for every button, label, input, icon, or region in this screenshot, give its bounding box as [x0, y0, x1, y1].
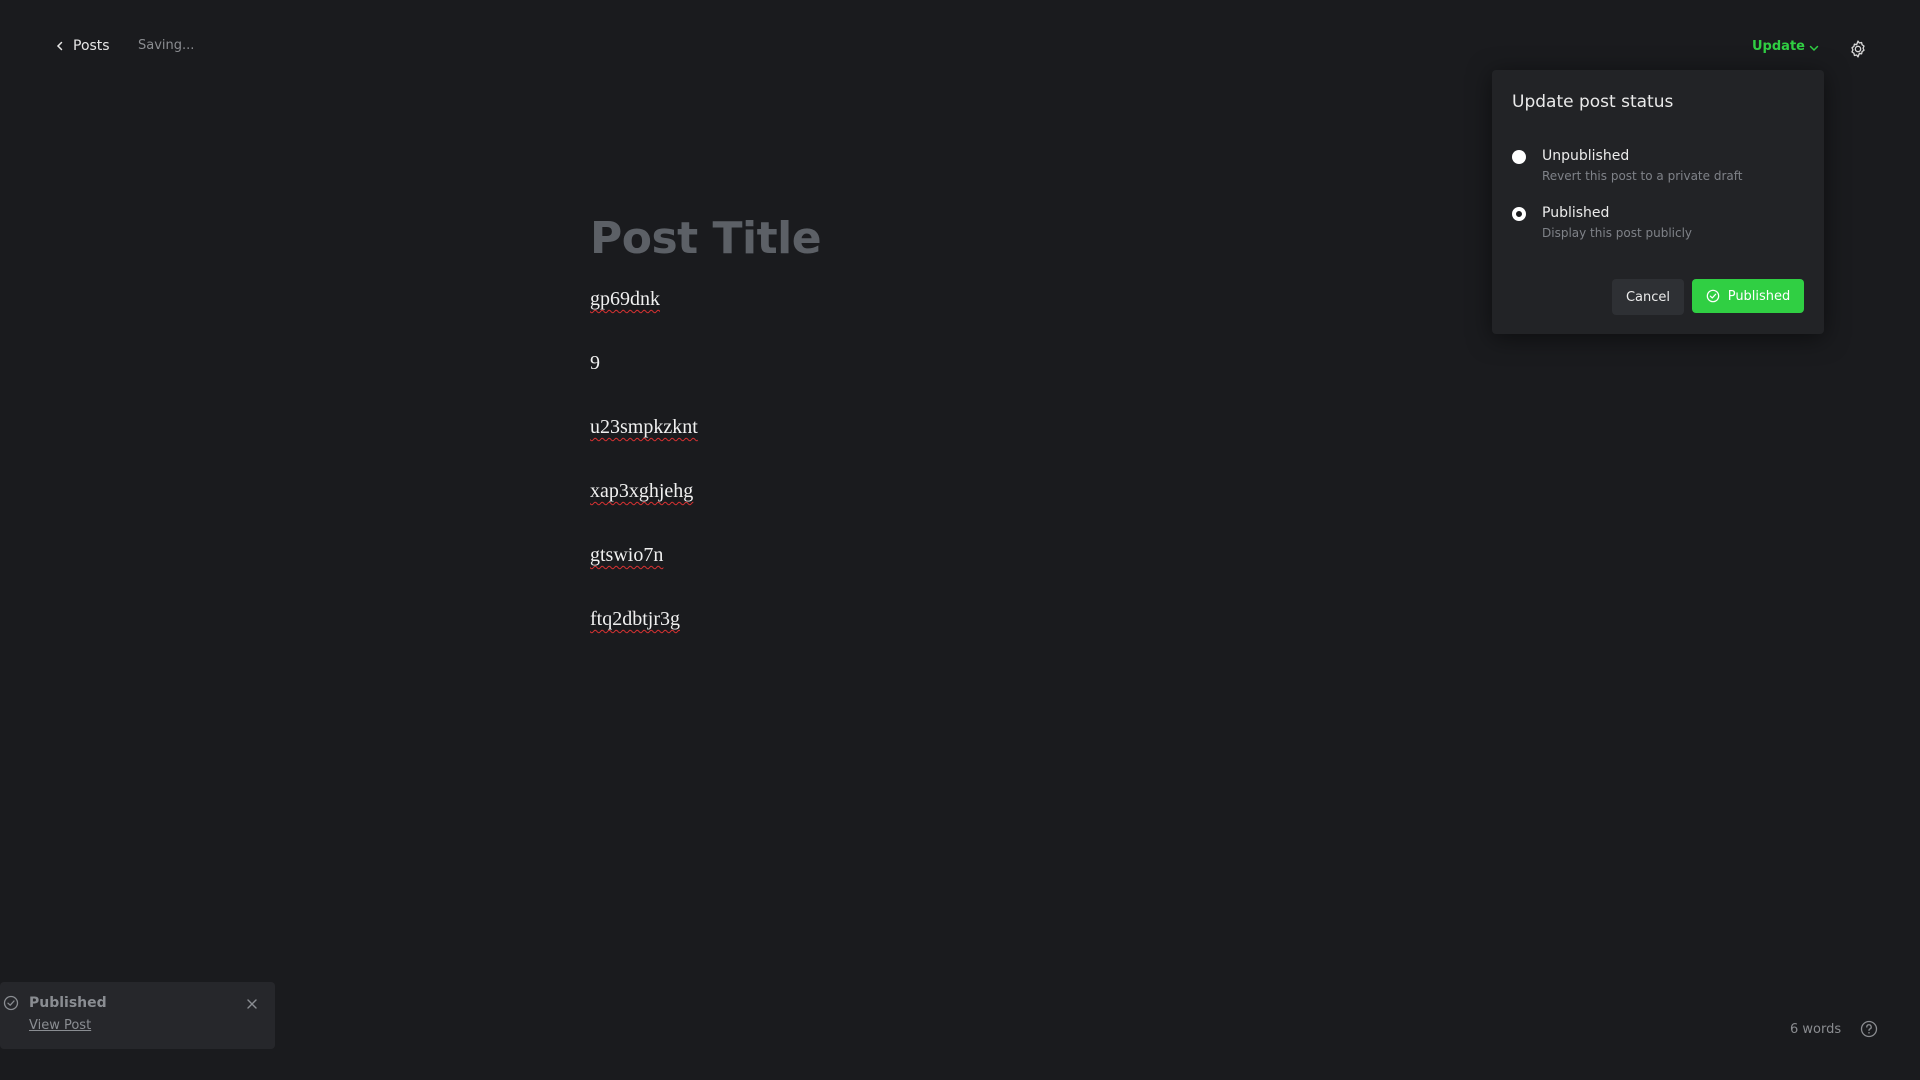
back-link-label: Posts — [73, 38, 110, 54]
unpublished-radio[interactable] — [1512, 150, 1526, 164]
post-status-popover: Update post status Unpublished Revert th… — [1492, 70, 1824, 334]
paragraph[interactable]: ftq2dbtjr3g — [590, 607, 1390, 671]
editor-app: Posts Saving... Update Post Title gp69dn… — [0, 0, 1920, 1080]
paragraph[interactable]: gp69dnk — [590, 287, 1390, 351]
word-count: 6 words — [1790, 1022, 1842, 1037]
paragraph[interactable]: 9 — [590, 351, 1390, 415]
help-icon[interactable] — [1860, 1020, 1878, 1038]
published-radio[interactable] — [1512, 207, 1526, 221]
paragraph[interactable]: u23smpkzknt — [590, 415, 1390, 479]
update-menu-button[interactable]: Update — [1752, 39, 1819, 54]
paragraph-text: u23smpkzknt — [590, 416, 698, 438]
view-post-link[interactable]: View Post — [29, 1018, 91, 1033]
paragraph-text: ftq2dbtjr3g — [590, 608, 680, 630]
post-title-input[interactable]: Post Title — [590, 205, 1390, 273]
paragraph-text: gtswio7n — [590, 544, 664, 566]
option-label: Published — [1542, 205, 1610, 221]
check-circle-icon — [1706, 289, 1720, 303]
chevron-down-icon — [1809, 45, 1819, 51]
option-description: Revert this post to a private draft — [1542, 169, 1743, 183]
paragraph-text: gp69dnk — [590, 288, 660, 310]
post-editor[interactable]: Post Title gp69dnk 9 u23smpkzknt xap3xgh… — [590, 205, 1390, 671]
paragraph[interactable]: xap3xghjehg — [590, 479, 1390, 543]
toast-title: Published — [29, 995, 107, 1011]
close-icon[interactable] — [246, 998, 258, 1010]
chevron-left-icon — [56, 41, 63, 51]
paragraph-text: xap3xghjehg — [590, 480, 694, 502]
gear-icon[interactable] — [1848, 39, 1868, 59]
option-description: Display this post publicly — [1542, 226, 1693, 240]
cancel-button[interactable]: Cancel — [1612, 279, 1684, 315]
paragraph[interactable]: gtswio7n — [590, 543, 1390, 607]
popover-title: Update post status — [1512, 92, 1674, 112]
update-label: Update — [1752, 39, 1805, 54]
publish-confirm-button[interactable]: Published — [1692, 279, 1804, 313]
check-circle-icon — [3, 995, 19, 1011]
back-to-posts-link[interactable]: Posts — [55, 38, 110, 54]
paragraph-text: 9 — [590, 352, 600, 374]
save-status: Saving... — [138, 38, 195, 53]
option-label: Unpublished — [1542, 148, 1630, 164]
publish-confirm-label: Published — [1727, 288, 1791, 304]
published-toast: Published View Post — [0, 982, 275, 1049]
